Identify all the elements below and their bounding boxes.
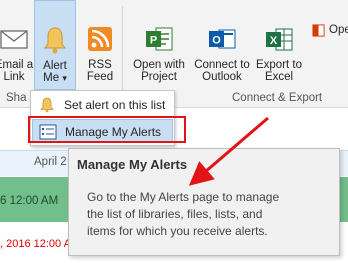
connect-to-outlook-label-line2: Outlook [202, 71, 242, 83]
alert-me-button[interactable]: Alert Me ▾ [34, 0, 76, 90]
outlook-icon: O [209, 29, 236, 49]
email-link-label-line2: Link [3, 71, 25, 83]
menu-item-set-alert[interactable]: Set alert on this list [32, 93, 173, 117]
export-to-excel-button[interactable]: X Export to Excel [252, 0, 306, 92]
tooltip-body-line1: Go to the My Alerts page to manage [87, 190, 280, 204]
rss-feed-button[interactable]: RSS Feed [80, 0, 120, 92]
menu-item-set-alert-label: Set alert on this list [64, 98, 166, 112]
open-with-project-label-line1: Open with [133, 59, 185, 71]
open-with-project-button[interactable]: P Open with Project [128, 0, 190, 92]
connect-to-outlook-button[interactable]: O Connect to Outlook [192, 0, 252, 92]
share-group-label: Sha [6, 92, 27, 104]
alert-me-label-text: Me [43, 72, 60, 84]
export-to-excel-label-line2: Excel [264, 71, 294, 83]
connect-to-outlook-label-line1: Connect to [194, 59, 250, 71]
svg-text:X: X [270, 35, 278, 47]
tooltip-body-line2: the list of libraries, files, lists, and [87, 207, 263, 221]
email-link-label-line1: Email a [0, 59, 34, 71]
email-link-button[interactable]: Email a Link [0, 0, 34, 92]
export-to-excel-label-line1: Export to [255, 59, 303, 71]
rss-feed-label-line2: Feed [86, 71, 114, 83]
svg-text:O: O [212, 35, 221, 47]
annotation-highlight-box [28, 116, 186, 143]
tooltip-body: Go to the My Alerts page to manage the l… [87, 189, 335, 240]
bell-icon [44, 27, 66, 54]
alert-me-label-line2: Me ▾ [35, 72, 75, 84]
svg-text:P: P [150, 35, 157, 47]
date-label-left: April 2 [34, 156, 67, 168]
tooltip-title: Manage My Alerts [77, 157, 188, 172]
tooltip-body-line3: items for which you receive alerts. [87, 224, 268, 238]
bell-icon [40, 97, 54, 113]
event-row-time: 6 12:00 AM [0, 195, 59, 207]
rss-feed-label-line1: RSS [88, 59, 112, 71]
project-icon: P [146, 27, 173, 51]
excel-icon: X [266, 28, 293, 51]
connect-export-group-label: Connect & Export [232, 92, 323, 104]
open-with-project-label-line2: Project [141, 71, 177, 83]
rss-icon [88, 27, 112, 51]
tooltip: Manage My Alerts Go to the My Alerts pag… [68, 148, 340, 256]
office-icon [312, 24, 325, 37]
chevron-down-icon: ▾ [62, 73, 67, 83]
alert-me-label-line1: Alert [43, 60, 67, 72]
open-label: Ope [329, 24, 348, 36]
open-button-partial[interactable]: Ope [312, 22, 348, 40]
envelope-icon [0, 30, 28, 49]
